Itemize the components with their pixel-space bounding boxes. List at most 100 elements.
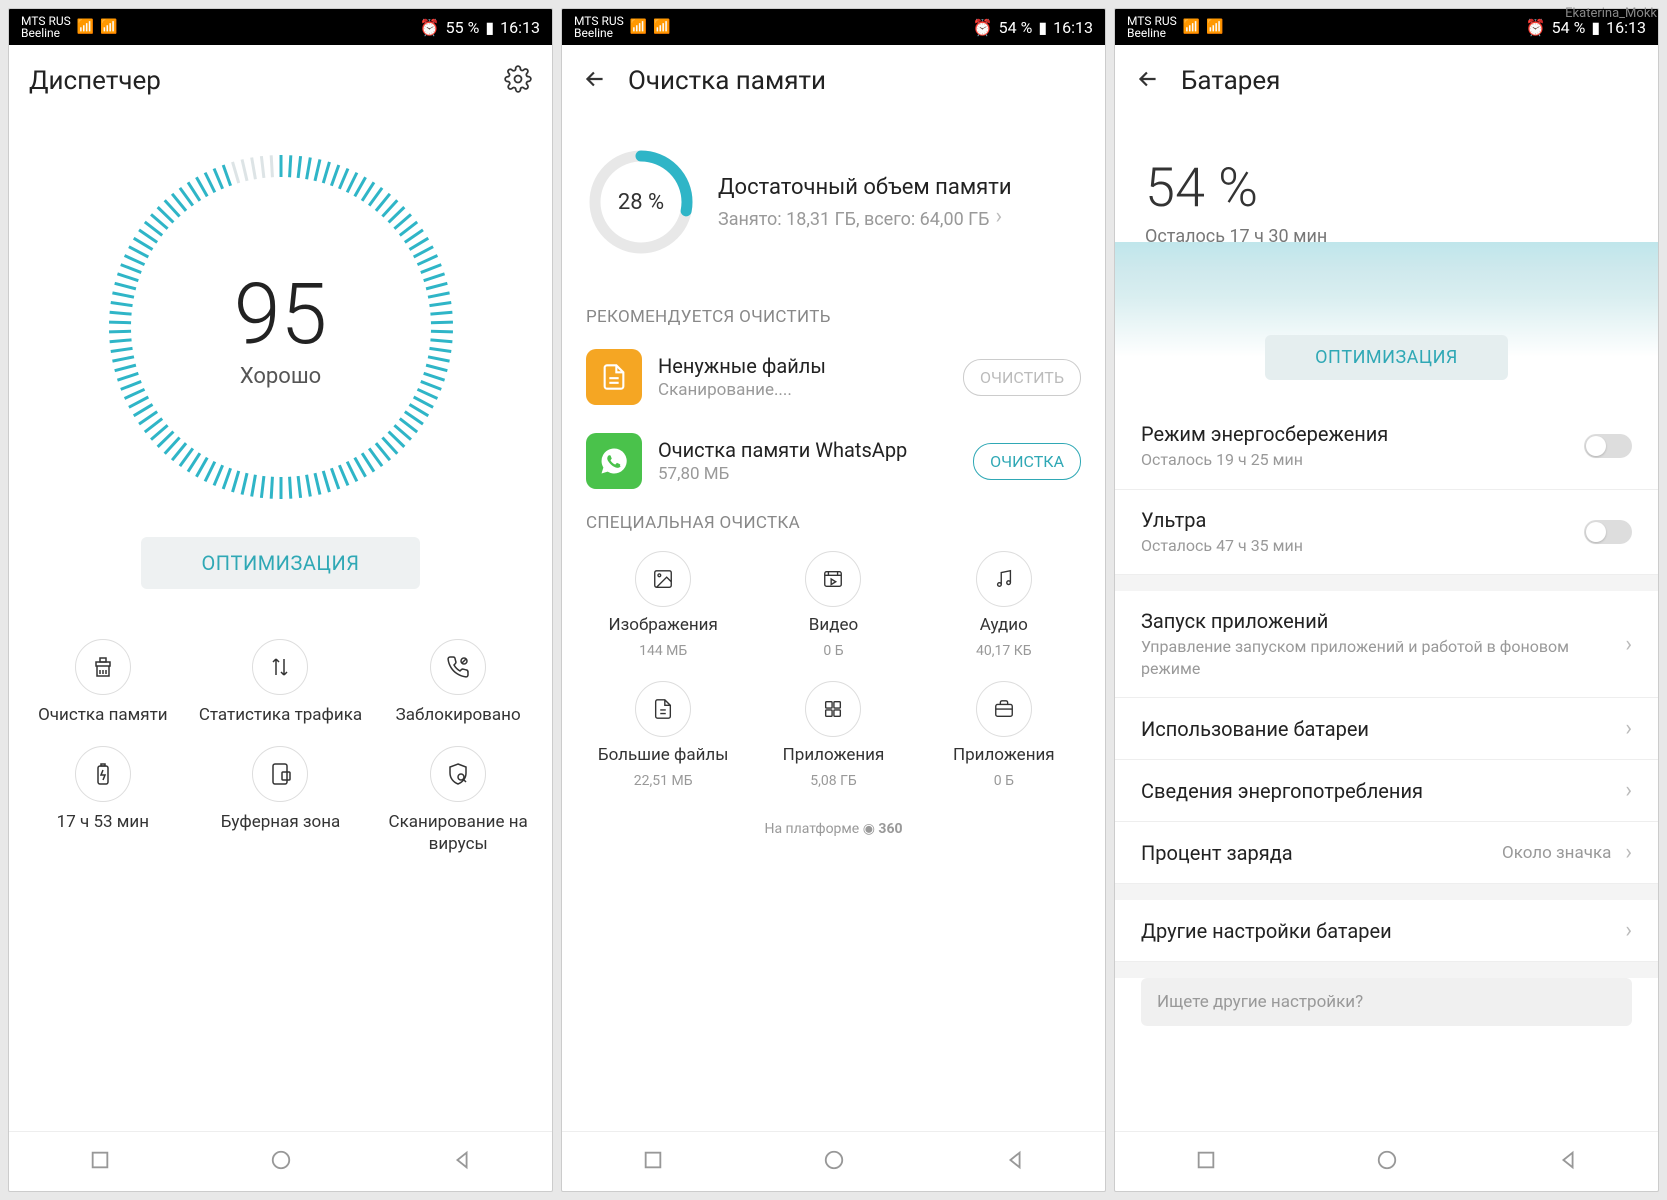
chevron-right-icon: ›: [996, 204, 1003, 229]
ctile-bigfiles[interactable]: Большие файлы 22,51 МБ: [582, 681, 744, 789]
optimize-button[interactable]: ОПТИМИЗАЦИЯ: [141, 537, 419, 589]
tile-blocked[interactable]: Заблокировано: [374, 639, 542, 726]
nav-back-icon[interactable]: [451, 1149, 473, 1175]
wa-title: Очистка памяти WhatsApp: [658, 438, 957, 462]
memory-pct: 28 %: [586, 147, 696, 257]
section-recommended: РЕКОМЕНДУЕТСЯ ОЧИСТИТЬ: [562, 297, 1105, 335]
battery-pct: 54 %: [1145, 157, 1628, 220]
row-app-launch[interactable]: Запуск приложений Управление запуском пр…: [1115, 591, 1658, 698]
nav-home-icon[interactable]: [270, 1149, 292, 1175]
battery-remaining: Осталось 17 ч 30 мин: [1145, 226, 1628, 247]
audio-icon: [976, 551, 1032, 607]
signal-icon: 📶: [100, 19, 117, 35]
chevron-right-icon: ›: [1625, 632, 1632, 657]
tile-label: Заблокировано: [396, 705, 521, 726]
carrier-2: Beeline: [21, 27, 71, 39]
shield-search-icon: [430, 746, 486, 802]
nav-recent-icon[interactable]: [1195, 1149, 1217, 1175]
row-details[interactable]: Сведения энергопотребления ›: [1115, 760, 1658, 822]
nav-home-icon[interactable]: [823, 1149, 845, 1175]
tile-cleanup[interactable]: Очистка памяти: [19, 639, 187, 726]
ctile-video[interactable]: Видео 0 Б: [752, 551, 914, 659]
tile-traffic[interactable]: Статистика трафика: [197, 639, 365, 726]
phone-manager: MTS RUS Beeline 📶 📶 ⏰ 55 % ▮ 16:13 Диспе…: [8, 8, 553, 1192]
tile-label: Очистка памяти: [38, 705, 167, 726]
whatsapp-icon: [586, 433, 642, 489]
back-icon[interactable]: [582, 66, 608, 96]
navbar: [9, 1131, 552, 1191]
row-whatsapp: Очистка памяти WhatsApp 57,80 МБ ОЧИСТКА: [562, 419, 1105, 503]
signal-icon: 📶: [1183, 19, 1200, 35]
ctile-audio[interactable]: Аудио 40,17 КБ: [923, 551, 1085, 659]
clean-button[interactable]: ОЧИСТКА: [973, 443, 1081, 480]
nav-recent-icon[interactable]: [89, 1149, 111, 1175]
toggle-power-saving[interactable]: [1584, 434, 1632, 458]
apps-icon: [805, 681, 861, 737]
back-icon[interactable]: [1135, 66, 1161, 96]
clean-button[interactable]: ОЧИСТИТЬ: [963, 359, 1081, 396]
battery-pct: 55 %: [446, 18, 480, 37]
dropzone-icon: [252, 746, 308, 802]
image-icon: [635, 551, 691, 607]
ctile-apps[interactable]: Приложения 5,08 ГБ: [752, 681, 914, 789]
header: Батарея: [1115, 45, 1658, 117]
search-hint[interactable]: Ищете другие настройки?: [1141, 978, 1632, 1026]
signal-icon: 📶: [77, 19, 94, 35]
battery-icon: [75, 746, 131, 802]
signal-icon: 📶: [653, 19, 670, 35]
gear-icon[interactable]: [504, 65, 532, 97]
row-percent[interactable]: Процент заряда Около значка ›: [1115, 822, 1658, 884]
chevron-right-icon: ›: [1625, 840, 1632, 865]
video-icon: [805, 551, 861, 607]
briefcase-icon: [976, 681, 1032, 737]
row-usage[interactable]: Использование батареи ›: [1115, 698, 1658, 760]
chevron-right-icon: ›: [1625, 918, 1632, 943]
nav-back-icon[interactable]: [1004, 1149, 1026, 1175]
navbar: [1115, 1131, 1658, 1191]
row-ultra[interactable]: Ультра Осталось 47 ч 35 мин: [1115, 490, 1658, 576]
signal-icon: 📶: [1206, 19, 1223, 35]
tile-dropzone[interactable]: Буферная зона: [197, 746, 365, 855]
ctile-images[interactable]: Изображения 144 МБ: [582, 551, 744, 659]
watermark: Ekaterina_Mokk: [1565, 6, 1657, 21]
alarm-icon: ⏰: [973, 18, 993, 37]
chevron-right-icon: ›: [1625, 716, 1632, 741]
nav-back-icon[interactable]: [1557, 1149, 1579, 1175]
battery-icon: ▮: [1038, 18, 1047, 37]
optimize-button[interactable]: ОПТИМИЗАЦИЯ: [1265, 335, 1508, 380]
nav-home-icon[interactable]: [1376, 1149, 1398, 1175]
tile-label: 17 ч 53 мин: [57, 812, 149, 833]
wa-sub: 57,80 МБ: [658, 464, 957, 484]
status-bar: MTS RUS Beeline 📶 📶 ⏰ 55 % ▮ 16:13: [9, 9, 552, 45]
nav-recent-icon[interactable]: [642, 1149, 664, 1175]
row-junk: Ненужные файлы Сканирование.... ОЧИСТИТЬ: [562, 335, 1105, 419]
page-title: Батарея: [1181, 66, 1638, 96]
header: Очистка памяти: [562, 45, 1105, 117]
phone-cleanup: MTS RUS Beeline 📶 📶 ⏰ 54 % ▮ 16:13 Очист…: [561, 8, 1106, 1192]
row-other-settings[interactable]: Другие настройки батареи ›: [1115, 900, 1658, 962]
memory-sub: Занято: 18,31 ГБ, всего: 64,00 ГБ: [718, 209, 990, 230]
memory-summary[interactable]: 28 % Достаточный объем памяти Занято: 18…: [562, 117, 1105, 297]
toggle-ultra[interactable]: [1584, 520, 1632, 544]
tile-battery[interactable]: 17 ч 53 мин: [19, 746, 187, 855]
bigfile-icon: [635, 681, 691, 737]
phone-blocked-icon: [430, 639, 486, 695]
score-gauge: 95 Хорошо: [101, 147, 461, 507]
signal-icon: 📶: [630, 19, 647, 35]
alarm-icon: ⏰: [420, 18, 440, 37]
ctile-apps2[interactable]: Приложения 0 Б: [923, 681, 1085, 789]
section-special: СПЕЦИАЛЬНАЯ ОЧИСТКА: [562, 503, 1105, 541]
page-title: Очистка памяти: [628, 66, 1085, 96]
memory-ring: 28 %: [586, 147, 696, 257]
status-bar: MTS RUS Beeline 📶 📶 ⏰ 54 % ▮ 16:13: [562, 9, 1105, 45]
alarm-icon: ⏰: [1526, 18, 1546, 37]
tile-label: Буферная зона: [221, 812, 341, 833]
header: Диспетчер: [9, 45, 552, 117]
cleanup-icon: [75, 639, 131, 695]
row-power-saving[interactable]: Режим энергосбережения Осталось 19 ч 25 …: [1115, 404, 1658, 490]
junk-title: Ненужные файлы: [658, 354, 947, 378]
page-title: Диспетчер: [29, 66, 484, 96]
tile-virus-scan[interactable]: Сканирование на вирусы: [374, 746, 542, 855]
tile-label: Сканирование на вирусы: [374, 812, 542, 855]
percent-value: Около значка: [1502, 843, 1611, 863]
